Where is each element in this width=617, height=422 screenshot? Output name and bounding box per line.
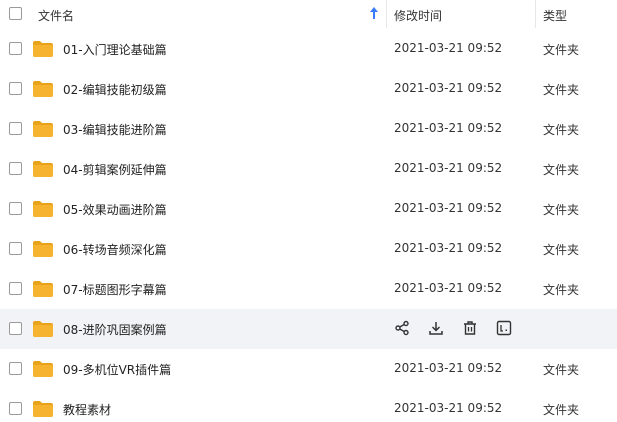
modified-time: 2021-03-21 09:52 [394,241,503,255]
file-name[interactable]: 05-效果动画进阶篇 [63,201,167,218]
file-name[interactable]: 教程素材 [63,401,111,418]
file-name[interactable]: 04-剪辑案例延伸篇 [63,161,167,178]
row-checkbox[interactable] [9,42,22,55]
file-type: 文件夹 [543,123,580,137]
file-type: 文件夹 [543,243,580,257]
file-row[interactable]: 02-编辑技能初级篇 2021-03-21 09:52 文件夹 [0,69,617,109]
delete-icon[interactable] [462,320,478,336]
file-row[interactable]: 03-编辑技能进阶篇 2021-03-21 09:52 文件夹 [0,109,617,149]
folder-icon[interactable] [32,200,54,218]
file-list: 文件名 修改时间 类型 01-入门理论基础篇 2021-03-21 09:52 文件… [0,0,617,422]
select-all-checkbox[interactable] [9,7,22,20]
modified-time: 2021-03-21 09:52 [394,201,503,215]
row-checkbox[interactable] [9,282,22,295]
row-checkbox[interactable] [9,122,22,135]
file-type: 文件夹 [543,203,580,217]
folder-icon[interactable] [32,40,54,58]
file-type: 文件夹 [543,283,580,297]
file-name[interactable]: 08-进阶巩固案例篇 [63,321,167,338]
column-header-name[interactable]: 文件名 [38,7,74,24]
modified-time: 2021-03-21 09:52 [394,361,503,375]
sort-ascending-arrow-icon[interactable] [368,5,380,21]
folder-icon[interactable] [32,400,54,418]
file-name[interactable]: 01-入门理论基础篇 [63,41,167,58]
file-type: 文件夹 [543,403,580,417]
row-checkbox[interactable] [9,402,22,415]
file-row[interactable]: 07-标题图形字幕篇 2021-03-21 09:52 文件夹 [0,269,617,309]
column-header-time[interactable]: 修改时间 [394,7,442,24]
file-name[interactable]: 03-编辑技能进阶篇 [63,121,167,138]
file-row[interactable]: 08-进阶巩固案例篇 [0,309,617,349]
folder-icon[interactable] [32,320,54,338]
file-row[interactable]: 05-效果动画进阶篇 2021-03-21 09:52 文件夹 [0,189,617,229]
row-checkbox[interactable] [9,162,22,175]
folder-icon[interactable] [32,80,54,98]
download-icon[interactable] [428,320,444,336]
share-icon[interactable] [394,320,410,336]
file-name[interactable]: 06-转场音频深化篇 [63,241,167,258]
modified-time: 2021-03-21 09:52 [394,281,503,295]
file-name[interactable]: 07-标题图形字幕篇 [63,281,167,298]
row-checkbox[interactable] [9,202,22,215]
modified-time: 2021-03-21 09:52 [394,41,503,55]
file-row[interactable]: 09-多机位VR插件篇 2021-03-21 09:52 文件夹 [0,349,617,389]
row-checkbox[interactable] [9,82,22,95]
file-row[interactable]: 04-剪辑案例延伸篇 2021-03-21 09:52 文件夹 [0,149,617,189]
column-divider[interactable] [386,0,387,28]
row-checkbox[interactable] [9,362,22,375]
list-header: 文件名 修改时间 类型 [0,0,617,28]
folder-icon[interactable] [32,160,54,178]
modified-time: 2021-03-21 09:52 [394,401,503,415]
file-row[interactable]: 06-转场音频深化篇 2021-03-21 09:52 文件夹 [0,229,617,269]
modified-time: 2021-03-21 09:52 [394,161,503,175]
column-header-type[interactable]: 类型 [543,7,567,24]
file-type: 文件夹 [543,83,580,97]
row-checkbox[interactable] [9,322,22,335]
file-type: 文件夹 [543,363,580,377]
modified-time: 2021-03-21 09:52 [394,81,503,95]
file-name[interactable]: 09-多机位VR插件篇 [63,361,171,378]
folder-icon[interactable] [32,280,54,298]
row-checkbox[interactable] [9,242,22,255]
file-type: 文件夹 [543,43,580,57]
modified-time: 2021-03-21 09:52 [394,121,503,135]
column-divider[interactable] [535,0,536,28]
folder-icon[interactable] [32,240,54,258]
folder-icon[interactable] [32,120,54,138]
folder-icon[interactable] [32,360,54,378]
file-row[interactable]: 01-入门理论基础篇 2021-03-21 09:52 文件夹 [0,29,617,69]
file-row[interactable]: 教程素材 2021-03-21 09:52 文件夹 [0,389,617,422]
file-type: 文件夹 [543,163,580,177]
more-icon[interactable] [496,320,512,336]
file-name[interactable]: 02-编辑技能初级篇 [63,81,167,98]
